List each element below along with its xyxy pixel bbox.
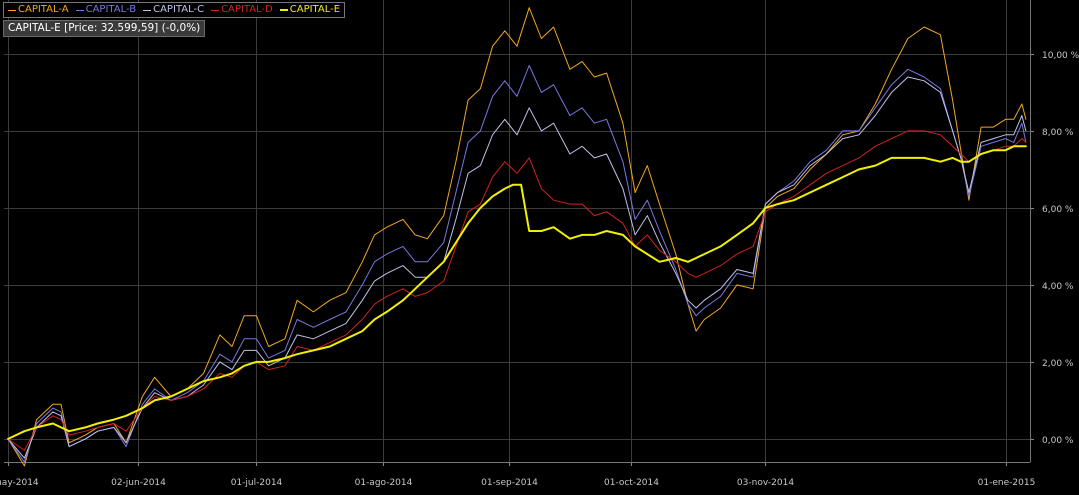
x-tick-label: 01-may-2014 <box>0 478 39 488</box>
x-tick-label: 01-jul-2014 <box>231 478 283 488</box>
legend-swatch <box>75 9 84 11</box>
legend-swatch <box>279 9 288 11</box>
legend-label: CAPITAL-D <box>221 4 273 15</box>
x-tick-label: 03-nov-2014 <box>737 478 794 488</box>
chart-svg: 0,00 % 2,00 % 4,00 % 6,00 % 8,00 % 10,00 % 01-… <box>0 0 1079 491</box>
legend-item-capital-e[interactable]: CAPITAL-E <box>279 3 341 17</box>
x-tick-label: 01-ene-2015 <box>978 478 1036 488</box>
y-tick-label: 10,00 % <box>1042 51 1079 61</box>
legend-swatch <box>143 9 152 11</box>
x-tick-label: 01-oct-2014 <box>604 478 659 488</box>
legend-item-capital-d[interactable]: CAPITAL-D <box>211 3 273 17</box>
y-tick-label: 4,00 % <box>1042 282 1074 292</box>
legend-label: CAPITAL-B <box>85 4 137 15</box>
y-tick-label: 8,00 % <box>1042 128 1074 138</box>
y-tick-label: 6,00 % <box>1042 205 1074 215</box>
chart: 0,00 % 2,00 % 4,00 % 6,00 % 8,00 % 10,00 % 01-… <box>0 0 1079 491</box>
y-tick-label: 0,00 % <box>1042 436 1074 446</box>
x-tick-label: 01-sep-2014 <box>481 478 538 488</box>
price-label: CAPITAL-E [Price: 32.599,59] (-0,0%) <box>3 20 206 37</box>
legend-item-capital-c[interactable]: CAPITAL-C <box>143 3 204 17</box>
y-tick-label: 2,00 % <box>1042 359 1074 369</box>
x-tick-label: 02-jun-2014 <box>111 478 166 488</box>
legend-label: CAPITAL-C <box>153 4 205 15</box>
legend: CAPITAL-A CAPITAL-B CAPITAL-C CAPITAL-D CAPI… <box>3 2 346 18</box>
legend-item-capital-b[interactable]: CAPITAL-B <box>75 3 137 17</box>
legend-label: CAPITAL-A <box>18 4 69 15</box>
legend-label: CAPITAL-E <box>289 4 341 15</box>
legend-item-capital-a[interactable]: CAPITAL-A <box>8 3 69 17</box>
x-tick-label: 01-ago-2014 <box>355 478 413 488</box>
legend-swatch <box>8 9 16 11</box>
legend-swatch <box>211 9 220 11</box>
